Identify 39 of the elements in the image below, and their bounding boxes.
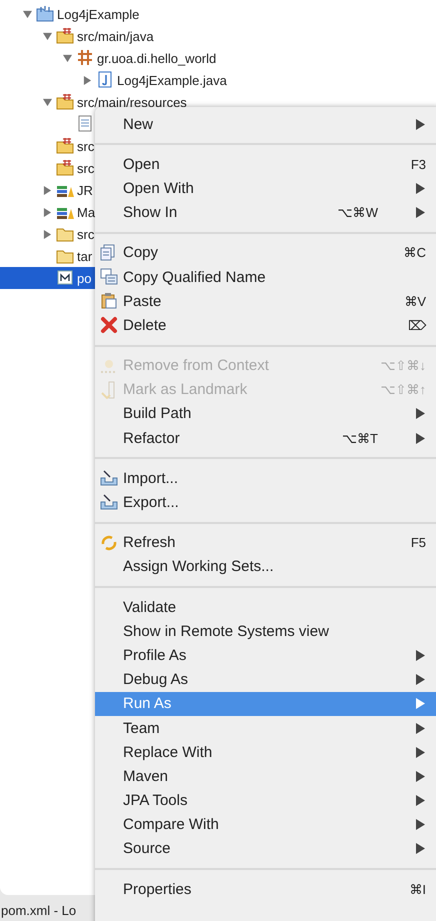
menu-item-label: Assign Working Sets... bbox=[123, 558, 275, 576]
menu-item-label: Team bbox=[123, 720, 161, 737]
menu-item-label: Debug As bbox=[123, 671, 190, 688]
menu-item-label: Refresh bbox=[123, 534, 177, 552]
shortcut-text: F5 bbox=[410, 535, 426, 550]
menu-item-label: Build Path bbox=[123, 405, 192, 422]
shortcut-text: ⌥⌘W bbox=[338, 205, 378, 220]
menu-item-label: Show in Remote Systems view bbox=[123, 622, 330, 640]
shortcut-text: ⌘I bbox=[409, 882, 426, 897]
shortcut-text: ⌥⇧⌘↑ bbox=[380, 382, 426, 398]
menu-item-label: Import... bbox=[123, 470, 180, 487]
menu-item-label: Delete bbox=[123, 316, 168, 334]
menu-item-label: Maven bbox=[123, 768, 170, 785]
shortcut-text: ⌥⇧⌘↓ bbox=[380, 358, 426, 374]
menu-item-label: Replace With bbox=[123, 744, 214, 761]
menu-item-label: Validate bbox=[123, 598, 178, 616]
menu-item-label: Paste bbox=[123, 292, 162, 310]
status-text: pom.xml - Lo bbox=[0, 902, 78, 918]
menu-item-label: Properties bbox=[123, 880, 192, 898]
menu-item-label: Remove from Context bbox=[123, 357, 270, 374]
menu-item-label: Open With bbox=[123, 180, 195, 197]
shortcut-text: ⌦ bbox=[408, 318, 426, 333]
menu-item-label: Copy Qualified Name bbox=[123, 268, 267, 286]
shortcut-text: ⌘C bbox=[404, 245, 426, 260]
menu-item-label: Run As bbox=[123, 695, 172, 712]
menu-item-label: Refactor bbox=[123, 430, 181, 447]
shortcut-text: F3 bbox=[410, 156, 426, 172]
menu-item-label: Export... bbox=[123, 494, 180, 512]
menu-item-label: New bbox=[123, 116, 154, 133]
menu-item-label: JPA Tools bbox=[123, 792, 188, 810]
menu-item-label: Profile As bbox=[123, 646, 188, 664]
menu-item-label: Show In bbox=[123, 204, 178, 222]
menu-item-label: Compare With bbox=[123, 816, 220, 834]
shortcut-text: ⌘V bbox=[404, 294, 426, 309]
menu-item-label: Mark as Landmark bbox=[123, 381, 248, 398]
shortcut-text: ⌥⌘T bbox=[342, 430, 378, 446]
menu-item-label: Copy bbox=[123, 244, 160, 262]
menu-item-label: Open bbox=[123, 156, 161, 173]
menu-item-label: Source bbox=[123, 840, 172, 858]
